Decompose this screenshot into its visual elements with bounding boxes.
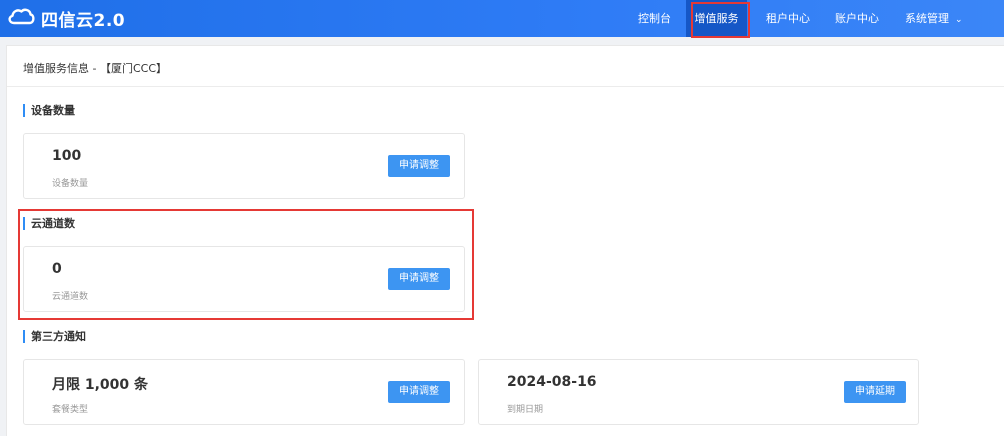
title-divider (7, 86, 1004, 87)
cloud-channel-adjust-button[interactable]: 申请调整 (388, 268, 450, 290)
cloud-channel-card: 0 云通道数 申请调整 (23, 246, 465, 312)
device-count-label: 设备数量 (52, 179, 89, 189)
cloud-icon (6, 6, 36, 30)
package-type-value: 月限 1,000 条 (52, 377, 149, 393)
nav-system-management-label: 系统管理 (905, 12, 949, 25)
expiry-date-label: 到期日期 (507, 405, 544, 415)
device-count-card: 100 设备数量 申请调整 (23, 133, 465, 199)
nav-console[interactable]: 控制台 (638, 0, 671, 37)
nav-value-added-services[interactable]: 增值服务 (686, 0, 747, 37)
nav-tenant-center[interactable]: 租户中心 (766, 0, 810, 37)
page-title: 增值服务信息 - 【厦门CCC】 (23, 62, 168, 75)
brand-name: 四信云2.0 (41, 10, 126, 31)
package-adjust-button[interactable]: 申请调整 (388, 381, 450, 403)
top-header: 四信云2.0 控制台 增值服务 租户中心 账户中心 系统管理 ⌄ (0, 0, 1004, 37)
main-panel: 增值服务信息 - 【厦门CCC】 设备数量 100 设备数量 申请调整 云通道数… (6, 45, 1004, 436)
expiry-extend-button[interactable]: 申请延期 (844, 381, 906, 403)
nav-account-center[interactable]: 账户中心 (835, 0, 879, 37)
chevron-down-icon: ⌄ (955, 15, 963, 25)
cloud-channel-label: 云通道数 (52, 292, 89, 302)
expiry-date-card: 2024-08-16 到期日期 申请延期 (478, 359, 919, 425)
section-title-third-party: 第三方通知 (23, 330, 86, 343)
nav-system-management[interactable]: 系统管理 ⌄ (905, 0, 963, 37)
device-adjust-button[interactable]: 申请调整 (388, 155, 450, 177)
app-logo[interactable]: 四信云2.0 (6, 6, 126, 31)
section-title-cloud-channels: 云通道数 (23, 217, 75, 230)
cloud-channel-value: 0 (52, 261, 62, 277)
package-type-label: 套餐类型 (52, 405, 89, 415)
package-type-card: 月限 1,000 条 套餐类型 申请调整 (23, 359, 465, 425)
section-title-devices: 设备数量 (23, 104, 75, 117)
device-count-value: 100 (52, 148, 82, 164)
expiry-date-value: 2024-08-16 (507, 374, 597, 390)
